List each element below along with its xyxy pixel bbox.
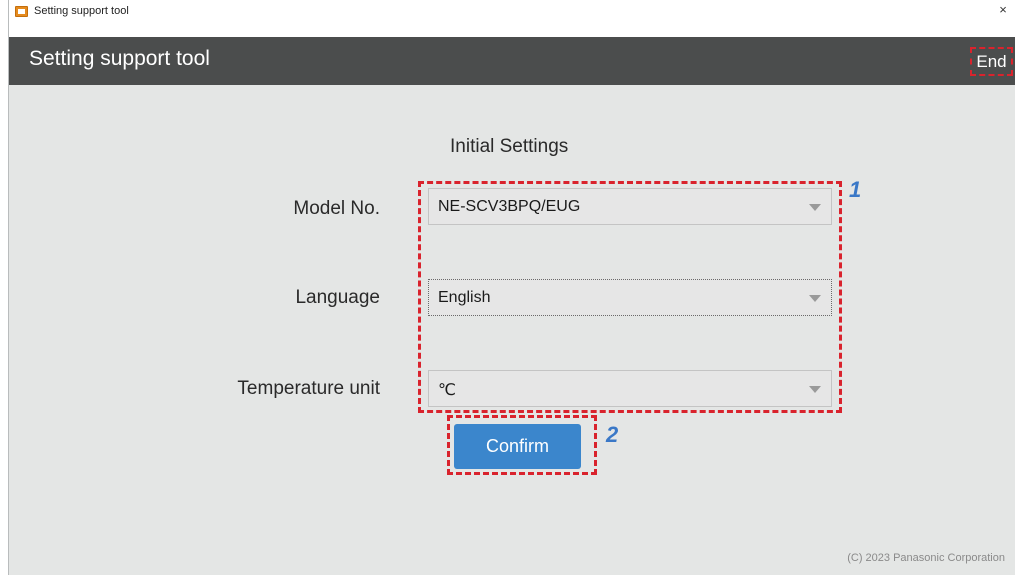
- close-icon[interactable]: ×: [995, 2, 1011, 18]
- model-select-value: NE-SCV3BPQ/EUG: [438, 198, 581, 215]
- chevron-down-icon: [809, 386, 821, 393]
- language-select-value: English: [438, 289, 491, 306]
- copyright-text: (C) 2023 Panasonic Corporation: [847, 552, 1005, 564]
- chevron-down-icon: [809, 295, 821, 302]
- page-title: Setting support tool: [29, 47, 210, 70]
- step-number-2: 2: [606, 422, 619, 447]
- model-label: Model No.: [293, 198, 380, 219]
- window-titlebar: Setting support tool ×: [9, 0, 1015, 37]
- temperature-unit-select-value: ℃: [438, 382, 456, 399]
- temperature-unit-label: Temperature unit: [237, 378, 380, 399]
- app-window-icon: [15, 6, 28, 17]
- language-select[interactable]: English: [428, 279, 832, 316]
- model-select[interactable]: NE-SCV3BPQ/EUG: [428, 188, 832, 225]
- end-button[interactable]: End: [970, 47, 1013, 76]
- app-window: Setting support tool × Setting support t…: [8, 0, 1015, 575]
- step-number-1: 1: [849, 177, 862, 202]
- chevron-down-icon: [809, 204, 821, 211]
- language-label: Language: [295, 287, 380, 308]
- app-header: Setting support tool End: [9, 37, 1015, 85]
- section-title: Initial Settings: [450, 136, 569, 157]
- confirm-button[interactable]: Confirm: [454, 424, 581, 469]
- window-title: Setting support tool: [34, 5, 129, 17]
- temperature-unit-select[interactable]: ℃: [428, 370, 832, 407]
